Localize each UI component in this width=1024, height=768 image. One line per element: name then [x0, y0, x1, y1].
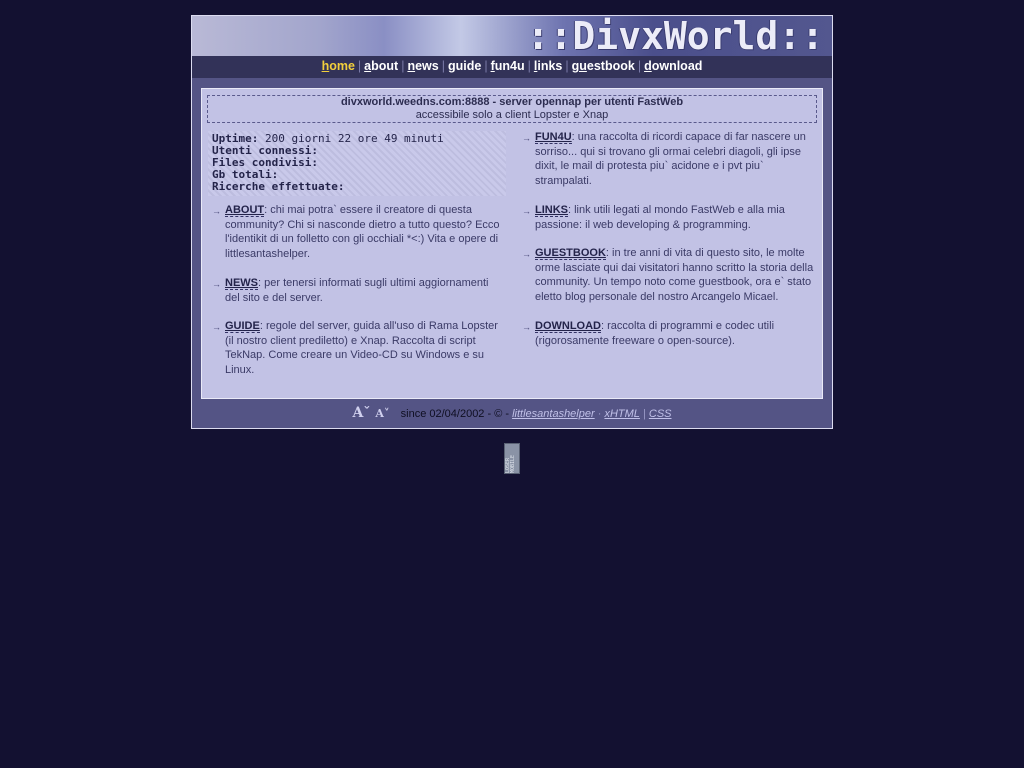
- news-text: : per tenersi informati sugli ultimi agg…: [225, 277, 489, 304]
- site-banner: ::DivxWorld::: [192, 16, 832, 56]
- nav-news[interactable]: news: [407, 59, 438, 73]
- section-about: → ABOUT: chi mai potra` essere il creato…: [212, 203, 505, 261]
- nav-fun4u-label: un4u: [494, 59, 525, 73]
- font-increase-icon[interactable]: Aˇ: [352, 405, 370, 421]
- server-notice-subtitle: accessibile solo a client Lopster e Xnap: [415, 108, 609, 121]
- web-badge[interactable]: LOSER MOBILE: [504, 443, 520, 474]
- bullet-arrow-icon: →: [212, 279, 221, 289]
- web-badge-text: LOSER MOBILE: [505, 454, 516, 473]
- nav-separator: |: [637, 59, 642, 73]
- nav-links-label: inks: [537, 59, 563, 73]
- site-logo[interactable]: ::DivxWorld::: [527, 16, 824, 56]
- bullet-arrow-icon: →: [522, 133, 531, 143]
- nav-separator: |: [401, 59, 405, 73]
- nav-separator: |: [441, 59, 445, 73]
- guestbook-link[interactable]: GUESTBOOK: [535, 247, 606, 260]
- css-link[interactable]: CSS: [649, 408, 672, 420]
- bullet-arrow-icon: →: [212, 206, 221, 216]
- fun4u-text: : una raccolta di ricordi capace di far …: [535, 131, 806, 187]
- server-notice: divxworld.weedns.com:8888 - server openn…: [207, 95, 817, 123]
- nav-about[interactable]: about: [364, 59, 398, 73]
- nav-separator: |: [484, 59, 488, 73]
- about-link[interactable]: ABOUT: [225, 204, 265, 217]
- about-text: : chi mai potra` essere il creatore di q…: [225, 204, 500, 260]
- news-link[interactable]: NEWS: [225, 277, 258, 290]
- site-footer: Aˇ A˅ since 02/04/2002 - © - littlesanta…: [192, 404, 832, 424]
- nav-about-label: bout: [371, 59, 399, 73]
- nav-fun4u[interactable]: fun4u: [491, 59, 525, 73]
- searches-label: Ricerche effettuate:: [212, 180, 345, 193]
- bullet-arrow-icon: →: [522, 322, 531, 332]
- xhtml-link[interactable]: xHTML: [604, 408, 639, 420]
- nav-separator: |: [527, 59, 531, 73]
- nav-separator: |: [357, 59, 362, 73]
- main-nav: home | about | news | guide | fun4u | links | guestb…: [192, 56, 832, 78]
- bullet-arrow-icon: →: [522, 206, 531, 216]
- section-fun4u: → FUN4U: una raccolta di ricordi capace …: [522, 130, 815, 188]
- section-links: → LINKS: link utili legati al mondo Fast…: [522, 203, 815, 232]
- bullet-arrow-icon: →: [522, 249, 531, 259]
- nav-guestbook-key: gu: [571, 59, 587, 73]
- section-guestbook: → GUESTBOOK: in tre anni di vita di ques…: [522, 246, 815, 304]
- nav-home[interactable]: home: [322, 59, 355, 73]
- nav-news-label: ews: [415, 59, 439, 73]
- links-text: : link utili legati al mondo FastWeb e a…: [535, 204, 785, 231]
- font-decrease-icon[interactable]: A˅: [375, 407, 389, 420]
- nav-guide[interactable]: guide: [448, 59, 481, 73]
- server-notice-title: divxworld.weedns.com:8888 - server openn…: [340, 96, 684, 108]
- nav-download-key: d: [644, 59, 652, 73]
- download-link[interactable]: DOWNLOAD: [535, 320, 601, 333]
- font-increase-label: A: [352, 405, 364, 421]
- main-content: divxworld.weedns.com:8888 - server openn…: [201, 88, 823, 399]
- guide-text: : regole del server, guida all'uso di Ra…: [225, 320, 498, 376]
- author-link[interactable]: littlesantashelper: [512, 408, 595, 420]
- nav-links[interactable]: links: [534, 59, 563, 73]
- guide-link[interactable]: GUIDE: [225, 320, 260, 333]
- nav-home-label: ome: [329, 59, 355, 73]
- nav-guestbook[interactable]: guestbook: [572, 59, 635, 73]
- footer-bar-separator: |: [642, 408, 646, 420]
- server-stats-box: Uptime: 200 giorni 22 ore 49 minuti Uten…: [208, 131, 506, 196]
- section-guide: → GUIDE: regole del server, guida all'us…: [212, 319, 505, 377]
- fun4u-link[interactable]: FUN4U: [535, 131, 572, 144]
- nav-download[interactable]: download: [644, 59, 702, 73]
- footer-dot-separator: ·: [597, 408, 602, 420]
- section-news: → NEWS: per tenersi informati sugli ulti…: [212, 276, 505, 305]
- links-link[interactable]: LINKS: [535, 204, 568, 217]
- nav-separator: |: [565, 59, 569, 73]
- section-download: → DOWNLOAD: raccolta di programmi e code…: [522, 319, 815, 348]
- nav-download-label: ownload: [651, 59, 703, 73]
- nav-guestbook-label: estbook: [586, 59, 635, 73]
- since-text: since 02/04/2002 - © -: [400, 408, 510, 420]
- nav-guide-label: guide: [447, 59, 482, 73]
- bullet-arrow-icon: →: [212, 322, 221, 332]
- font-decrease-label: A: [375, 407, 384, 420]
- nav-news-key: n: [407, 59, 416, 73]
- site-frame: ::DivxWorld:: home | about | news | guide | fun4…: [191, 15, 833, 429]
